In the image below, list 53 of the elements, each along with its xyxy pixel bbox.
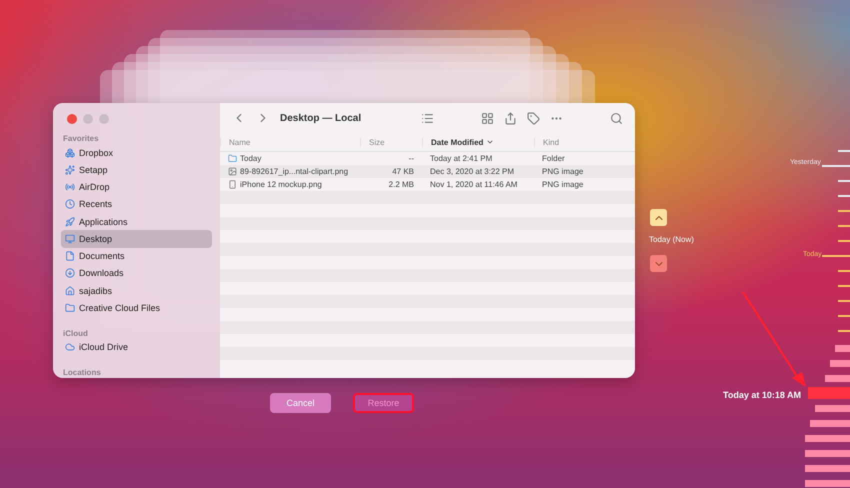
sidebar-item[interactable]: Desktop <box>61 230 212 248</box>
table-cell-text: Today at 2:41 PM <box>429 154 494 163</box>
list-view-icon[interactable] <box>421 112 434 124</box>
file-name[interactable]: 89-892617_ip...ntal-clipart.png <box>220 167 360 176</box>
table-cell-text: Dec 3, 2020 at 3:22 PM <box>429 167 516 176</box>
sidebar-item[interactable]: Dropbox <box>61 144 212 162</box>
table-cell-text: PNG image <box>541 180 584 189</box>
sparkle-icon <box>65 164 75 175</box>
boxes-icon <box>65 148 75 158</box>
radio-icon <box>65 182 75 192</box>
monitor-icon <box>65 234 75 244</box>
sidebar-item[interactable]: Setapp <box>61 161 212 179</box>
snapshot-time: Today at 10:18 AM <box>723 390 802 400</box>
file-name[interactable]: Today <box>220 154 360 163</box>
sidebar-item[interactable]: iCloud Drive <box>61 338 212 356</box>
table-cell-text: 47 KB <box>391 167 415 176</box>
cloud-icon <box>65 342 75 352</box>
sidebar-item[interactable]: Downloads <box>61 264 212 282</box>
folder-icon <box>228 154 237 163</box>
clock-icon <box>65 199 75 210</box>
table-cell-text: Folder <box>541 154 566 163</box>
sidebar-heading: Favorites <box>63 134 100 143</box>
table-cell-text: PNG image <box>541 167 584 176</box>
phone-icon <box>228 180 237 189</box>
sidebar-item[interactable]: Documents <box>61 248 212 265</box>
sidebar-item[interactable]: Creative Cloud Files <box>61 299 212 317</box>
table-cell-text: 2.2 MB <box>388 180 415 189</box>
search-icon[interactable] <box>610 112 624 124</box>
sidebar-heading: iCloud <box>63 328 89 338</box>
close-button[interactable] <box>67 114 77 124</box>
document-icon <box>65 251 75 262</box>
download-icon <box>65 268 75 278</box>
table-cell-text: -- <box>408 154 415 163</box>
file-name[interactable]: iPhone 12 mockup.png <box>220 180 360 189</box>
image-icon <box>228 167 237 176</box>
window-title: Desktop — Local <box>280 112 362 124</box>
sidebar-item[interactable]: sajadibs <box>61 282 212 300</box>
table-cell-text: Nov 1, 2020 at 11:46 AM <box>429 180 518 189</box>
sidebar-heading: Locations <box>63 368 102 377</box>
share-icon[interactable] <box>504 112 518 124</box>
folder-icon <box>65 303 75 314</box>
column-header[interactable]: Date Modified <box>422 138 534 146</box>
sidebar-item[interactable]: AirDrop <box>61 178 212 196</box>
sidebar-item[interactable]: Recents <box>61 196 212 214</box>
tag-icon[interactable] <box>527 112 540 124</box>
down-button[interactable] <box>650 255 667 272</box>
grid-view-icon[interactable] <box>481 112 494 124</box>
sort-icon <box>486 138 494 146</box>
sidebar-item[interactable]: Applications <box>61 213 212 230</box>
rocket-icon <box>65 216 75 227</box>
home-icon <box>65 286 75 296</box>
up-button[interactable] <box>650 209 667 226</box>
navigator-label: Today (Now) <box>649 235 694 244</box>
